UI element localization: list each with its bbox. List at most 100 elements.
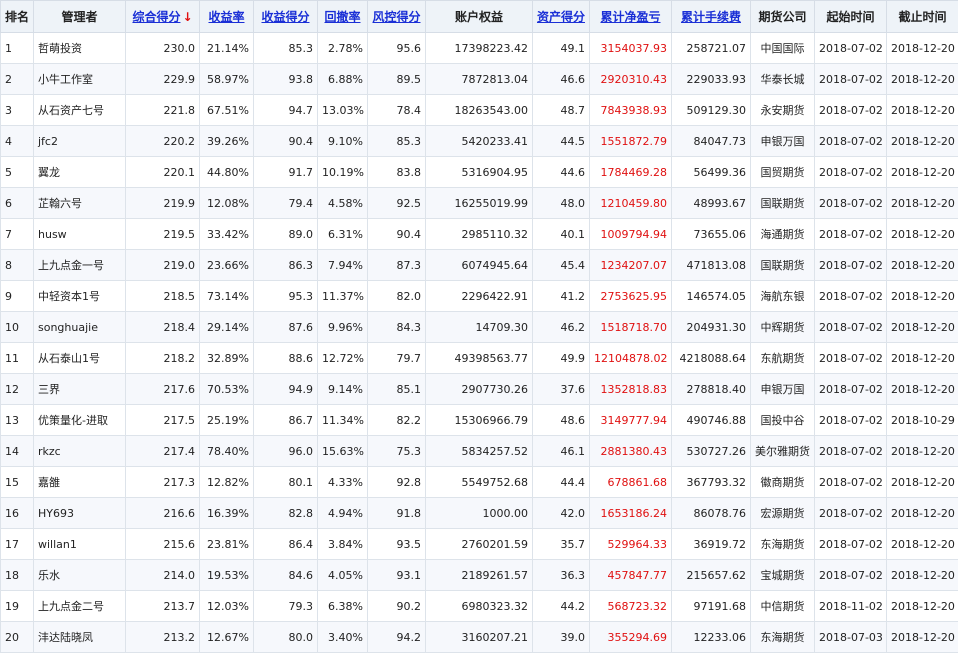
cell-score: 217.4 xyxy=(126,436,200,467)
cell-manager[interactable]: husw xyxy=(34,219,126,250)
cell-net-profit: 12104878.02 xyxy=(590,343,672,374)
cell-manager[interactable]: 从石泰山1号 xyxy=(34,343,126,374)
cell-return-rate: 19.53% xyxy=(200,560,254,591)
cell-equity: 5549752.68 xyxy=(426,467,533,498)
cell-risk-score: 93.5 xyxy=(368,529,426,560)
cell-manager[interactable]: 上九点金一号 xyxy=(34,250,126,281)
cell-manager[interactable]: 中轻资本1号 xyxy=(34,281,126,312)
cell-return-score: 79.3 xyxy=(254,591,318,622)
cell-start: 2018-07-02 xyxy=(815,33,887,64)
header-drawdown[interactable]: 回撤率 xyxy=(318,1,368,33)
cell-return-rate: 23.66% xyxy=(200,250,254,281)
cell-return-rate: 12.03% xyxy=(200,591,254,622)
header-label: 期货公司 xyxy=(758,10,806,24)
cell-fees: 204931.30 xyxy=(672,312,751,343)
table-row: 3从石资产七号221.867.51%94.713.03%78.418263543… xyxy=(1,95,958,126)
cell-manager[interactable]: willan1 xyxy=(34,529,126,560)
cell-rank: 18 xyxy=(1,560,34,591)
cell-fees: 509129.30 xyxy=(672,95,751,126)
cell-start: 2018-07-02 xyxy=(815,374,887,405)
cell-return-score: 79.4 xyxy=(254,188,318,219)
cell-broker: 东海期货 xyxy=(751,529,815,560)
header-risk-score[interactable]: 风控得分 xyxy=(368,1,426,33)
cell-return-score: 86.3 xyxy=(254,250,318,281)
cell-end: 2018-12-20 xyxy=(887,157,958,188)
cell-rank: 13 xyxy=(1,405,34,436)
cell-asset-score: 35.7 xyxy=(533,529,590,560)
ranking-table: 排名管理者综合得分↓收益率收益得分回撤率风控得分账户权益资产得分累计净盈亏累计手… xyxy=(0,0,958,653)
cell-net-profit: 1784469.28 xyxy=(590,157,672,188)
cell-manager[interactable]: 嘉雒 xyxy=(34,467,126,498)
cell-return-rate: 32.89% xyxy=(200,343,254,374)
cell-equity: 7872813.04 xyxy=(426,64,533,95)
cell-manager[interactable]: rkzc xyxy=(34,436,126,467)
cell-manager[interactable]: HY693 xyxy=(34,498,126,529)
cell-start: 2018-07-02 xyxy=(815,64,887,95)
cell-rank: 2 xyxy=(1,64,34,95)
cell-manager[interactable]: 优策量化-进取 xyxy=(34,405,126,436)
cell-rank: 9 xyxy=(1,281,34,312)
header-label: 排名 xyxy=(5,10,29,24)
cell-score: 218.2 xyxy=(126,343,200,374)
cell-manager[interactable]: jfc2 xyxy=(34,126,126,157)
cell-asset-score: 44.5 xyxy=(533,126,590,157)
cell-manager[interactable]: 小牛工作室 xyxy=(34,64,126,95)
cell-return-score: 95.3 xyxy=(254,281,318,312)
cell-end: 2018-12-20 xyxy=(887,498,958,529)
cell-manager[interactable]: 从石资产七号 xyxy=(34,95,126,126)
table-row: 18乐水214.019.53%84.64.05%93.12189261.5736… xyxy=(1,560,958,591)
header-net-profit[interactable]: 累计净盈亏 xyxy=(590,1,672,33)
cell-drawdown: 10.19% xyxy=(318,157,368,188)
cell-return-rate: 16.39% xyxy=(200,498,254,529)
table-row: 4jfc2220.239.26%90.49.10%85.35420233.414… xyxy=(1,126,958,157)
cell-rank: 11 xyxy=(1,343,34,374)
cell-fees: 48993.67 xyxy=(672,188,751,219)
cell-risk-score: 85.3 xyxy=(368,126,426,157)
header-score[interactable]: 综合得分↓ xyxy=(126,1,200,33)
header-end: 截止时间 xyxy=(887,1,958,33)
table-row: 9中轻资本1号218.573.14%95.311.37%82.02296422.… xyxy=(1,281,958,312)
header-return-rate[interactable]: 收益率 xyxy=(200,1,254,33)
cell-end: 2018-12-20 xyxy=(887,95,958,126)
cell-broker: 宝城期货 xyxy=(751,560,815,591)
cell-manager[interactable]: songhuajie xyxy=(34,312,126,343)
cell-manager[interactable]: 乐水 xyxy=(34,560,126,591)
cell-start: 2018-07-02 xyxy=(815,219,887,250)
header-label: 起始时间 xyxy=(826,10,874,24)
cell-manager[interactable]: 哲萌投资 xyxy=(34,33,126,64)
cell-fees: 146574.05 xyxy=(672,281,751,312)
cell-start: 2018-07-02 xyxy=(815,95,887,126)
cell-manager[interactable]: 沣达陆晓凤 xyxy=(34,622,126,653)
cell-risk-score: 94.2 xyxy=(368,622,426,653)
header-return-score[interactable]: 收益得分 xyxy=(254,1,318,33)
cell-rank: 3 xyxy=(1,95,34,126)
cell-return-rate: 12.67% xyxy=(200,622,254,653)
cell-manager[interactable]: 三界 xyxy=(34,374,126,405)
table-row: 6芷翰六号219.912.08%79.44.58%92.516255019.99… xyxy=(1,188,958,219)
header-fees[interactable]: 累计手续费 xyxy=(672,1,751,33)
header-label: 收益率 xyxy=(208,10,244,24)
cell-net-profit: 2920310.43 xyxy=(590,64,672,95)
cell-score: 229.9 xyxy=(126,64,200,95)
cell-fees: 278818.40 xyxy=(672,374,751,405)
cell-manager[interactable]: 芷翰六号 xyxy=(34,188,126,219)
cell-drawdown: 11.37% xyxy=(318,281,368,312)
cell-end: 2018-12-20 xyxy=(887,33,958,64)
cell-return-score: 80.0 xyxy=(254,622,318,653)
cell-fees: 215657.62 xyxy=(672,560,751,591)
cell-risk-score: 83.8 xyxy=(368,157,426,188)
cell-equity: 14709.30 xyxy=(426,312,533,343)
table-row: 20沣达陆晓凤213.212.67%80.03.40%94.23160207.2… xyxy=(1,622,958,653)
cell-risk-score: 85.1 xyxy=(368,374,426,405)
cell-rank: 8 xyxy=(1,250,34,281)
cell-manager[interactable]: 翼龙 xyxy=(34,157,126,188)
cell-return-score: 96.0 xyxy=(254,436,318,467)
cell-drawdown: 4.58% xyxy=(318,188,368,219)
cell-manager[interactable]: 上九点金二号 xyxy=(34,591,126,622)
cell-end: 2018-12-20 xyxy=(887,622,958,653)
table-row: 5翼龙220.144.80%91.710.19%83.85316904.9544… xyxy=(1,157,958,188)
header-asset-score[interactable]: 资产得分 xyxy=(533,1,590,33)
cell-drawdown: 3.40% xyxy=(318,622,368,653)
cell-net-profit: 568723.32 xyxy=(590,591,672,622)
cell-rank: 15 xyxy=(1,467,34,498)
